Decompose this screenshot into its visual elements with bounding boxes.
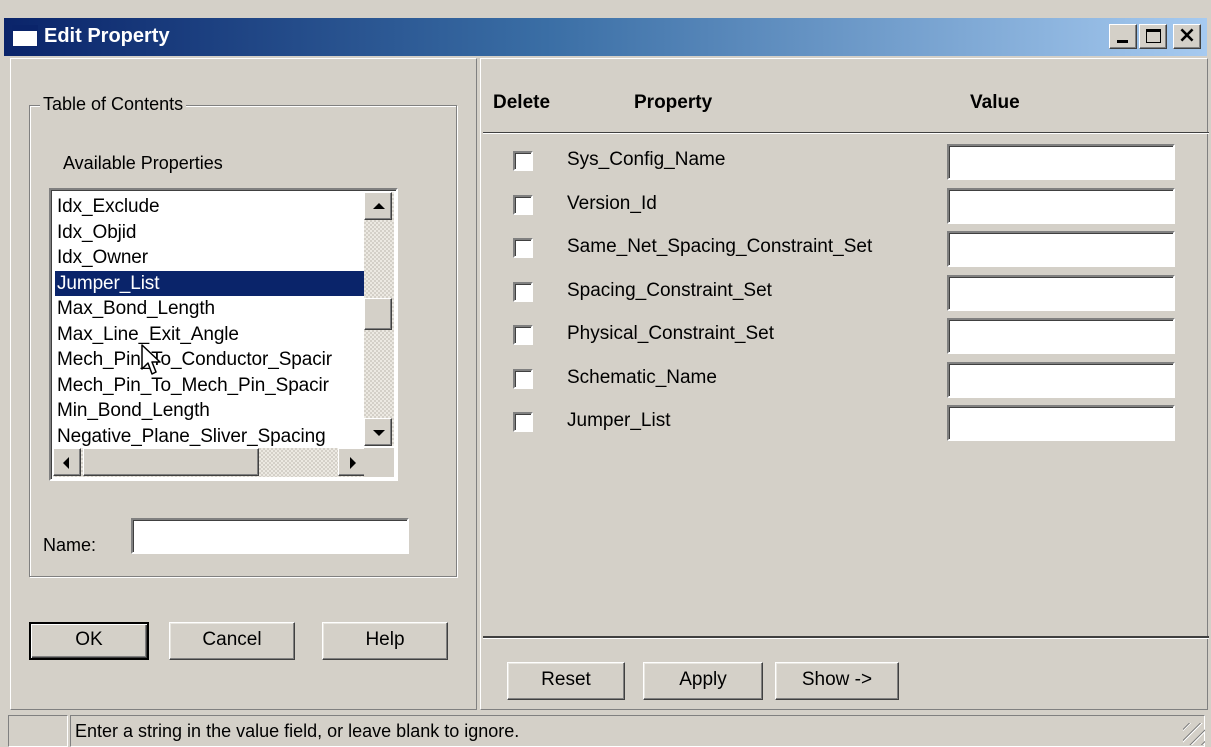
- property-row: Schematic_Name: [483, 361, 1203, 400]
- property-value-input[interactable]: [947, 405, 1175, 441]
- property-list: Sys_Config_Name Version_Id Same_Net_Spacin…: [483, 132, 1209, 638]
- property-value-input[interactable]: [947, 318, 1175, 354]
- vertical-scroll-thumb[interactable]: [364, 298, 392, 330]
- property-name: Spacing_Constraint_Set: [567, 279, 772, 301]
- property-name: Sys_Config_Name: [567, 149, 726, 170]
- status-indicator: [8, 715, 68, 747]
- delete-checkbox[interactable]: [513, 281, 533, 302]
- list-item[interactable]: Jumper_List: [55, 270, 371, 296]
- property-row: Version_Id: [483, 187, 1203, 226]
- delete-checkbox[interactable]: [513, 412, 533, 432]
- property-name: Version_Id: [567, 192, 657, 214]
- scroll-down-button[interactable]: [364, 418, 392, 446]
- group-label: Table of Contents: [40, 94, 187, 115]
- property-name: Jumper_List: [567, 410, 671, 431]
- property-row: Jumper_List: [483, 405, 1203, 443]
- arrow-left-icon: [63, 457, 69, 469]
- scroll-corner: [364, 448, 394, 477]
- help-button[interactable]: Help: [322, 622, 448, 660]
- minimize-button[interactable]: [1109, 24, 1137, 49]
- list-item[interactable]: Max_Line_Exit_Angle: [55, 322, 371, 348]
- property-row: Same_Net_Spacing_Constraint_Set: [483, 231, 1203, 269]
- status-message: Enter a string in the value field, or le…: [70, 715, 1205, 747]
- property-name: Same_Net_Spacing_Constraint_Set: [567, 236, 873, 257]
- property-value-input[interactable]: [947, 361, 1175, 398]
- status-bar: Enter a string in the value field, or le…: [4, 713, 1207, 747]
- arrow-right-icon: [350, 457, 356, 469]
- show-button[interactable]: Show ->: [775, 662, 899, 700]
- scroll-left-button[interactable]: [53, 448, 81, 476]
- property-value-input[interactable]: [947, 144, 1175, 180]
- resize-grip-icon[interactable]: [1183, 723, 1205, 745]
- list-item[interactable]: Min_Bond_Length: [55, 398, 371, 424]
- scroll-up-button[interactable]: [364, 192, 392, 220]
- edit-property-window: Edit Property × Table of Contents Availa…: [0, 0, 1211, 747]
- arrow-up-icon: [373, 203, 385, 209]
- available-properties-list[interactable]: Idx_Exclude Idx_Objid Idx_Owner Jumper_List…: [49, 188, 398, 481]
- apply-button[interactable]: Apply: [643, 662, 763, 700]
- list-item[interactable]: Idx_Owner: [55, 245, 371, 271]
- title-bar[interactable]: Edit Property ×: [4, 18, 1207, 56]
- delete-checkbox[interactable]: [513, 194, 533, 215]
- name-label: Name:: [43, 535, 97, 555]
- vertical-scrollbar[interactable]: [364, 192, 394, 446]
- reset-button[interactable]: Reset: [507, 662, 625, 700]
- horizontal-scrollbar[interactable]: [53, 448, 366, 477]
- list-item[interactable]: Mech_Pin_To_Conductor_Spacir: [55, 347, 371, 373]
- delete-checkbox[interactable]: [513, 325, 533, 345]
- horizontal-scroll-thumb[interactable]: [83, 448, 259, 476]
- property-name: Schematic_Name: [567, 366, 717, 388]
- delete-column-header: Delete: [493, 92, 551, 113]
- property-value-input[interactable]: [947, 231, 1175, 267]
- property-row: Spacing_Constraint_Set: [483, 274, 1203, 313]
- list-item[interactable]: Idx_Objid: [55, 220, 371, 246]
- cancel-button[interactable]: Cancel: [169, 622, 295, 660]
- list-item[interactable]: Negative_Plane_Sliver_Spacing: [55, 424, 371, 450]
- property-value-input[interactable]: [947, 187, 1175, 224]
- delete-checkbox[interactable]: [513, 238, 533, 258]
- property-column-header: Property: [634, 92, 713, 113]
- arrow-down-icon: [373, 430, 385, 436]
- close-icon: ×: [1177, 23, 1197, 48]
- property-row: Physical_Constraint_Set: [483, 318, 1203, 356]
- property-value-input[interactable]: [947, 274, 1175, 311]
- property-name: Physical_Constraint_Set: [567, 323, 774, 344]
- close-button[interactable]: ×: [1173, 24, 1201, 49]
- list-item[interactable]: Max_Bond_Length: [55, 296, 371, 322]
- value-column-header: Value: [970, 92, 1020, 113]
- left-panel: Table of Contents Available Properties I…: [10, 58, 477, 710]
- scroll-right-button[interactable]: [338, 448, 366, 476]
- mouse-pointer-icon: [141, 344, 161, 375]
- ok-button[interactable]: OK: [29, 622, 149, 660]
- window-title: Edit Property: [44, 25, 170, 47]
- available-properties-label: Available Properties: [63, 153, 223, 173]
- window-icon: [12, 25, 38, 47]
- minimize-icon: [1117, 40, 1128, 43]
- property-row: Sys_Config_Name: [483, 144, 1203, 182]
- right-panel: Delete Property Value Sys_Config_Name Ver…: [480, 58, 1209, 710]
- delete-checkbox[interactable]: [513, 151, 533, 171]
- delete-checkbox[interactable]: [513, 368, 533, 389]
- maximize-button[interactable]: [1139, 24, 1167, 49]
- name-input[interactable]: [131, 518, 409, 554]
- maximize-icon: [1146, 29, 1161, 43]
- list-item[interactable]: Idx_Exclude: [55, 194, 371, 220]
- list-item[interactable]: Mech_Pin_To_Mech_Pin_Spacir: [55, 373, 371, 399]
